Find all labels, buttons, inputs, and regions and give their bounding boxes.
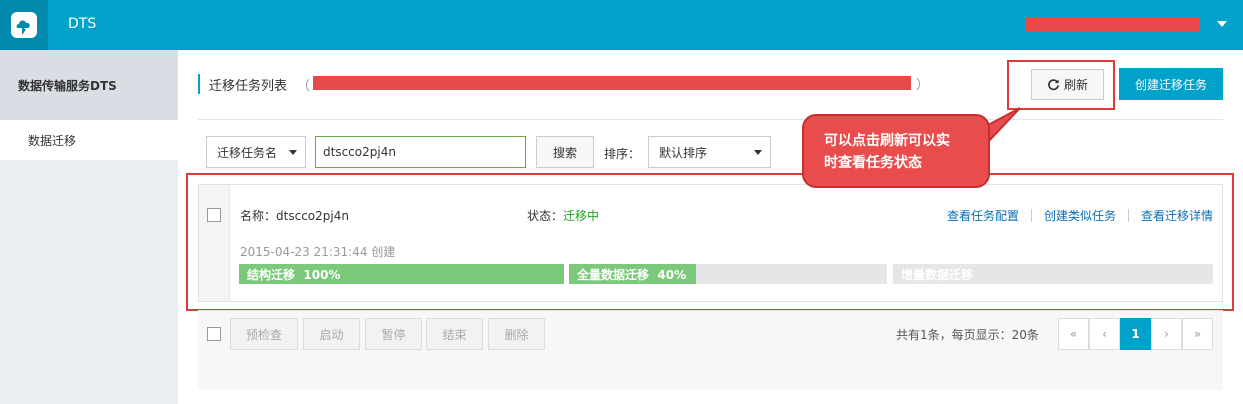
page-title-text: 迁移任务列表 (209, 78, 288, 94)
pager-page-1[interactable]: 1 (1120, 318, 1151, 350)
start-button[interactable]: 启动 (303, 318, 360, 350)
cloud-logo-icon (11, 12, 37, 38)
refresh-button[interactable]: 刷新 (1031, 69, 1104, 100)
search-input[interactable] (315, 136, 526, 168)
caret-down-icon (289, 150, 297, 155)
callout-line: 时查看任务状态 (824, 155, 922, 171)
caret-down-icon (754, 150, 762, 155)
precheck-button[interactable]: 预检查 (230, 318, 298, 350)
pager-first-button[interactable]: « (1058, 318, 1089, 350)
field-select-value: 迁移任务名 (217, 145, 278, 160)
delete-button[interactable]: 删除 (488, 318, 545, 350)
pager-prev-button[interactable]: ‹ (1089, 318, 1120, 350)
app-title: DTS (68, 16, 97, 32)
select-all-checkbox[interactable] (207, 327, 221, 341)
sort-select[interactable]: 默认排序 (648, 136, 771, 168)
search-button[interactable]: 搜索 (536, 136, 594, 168)
sidebar-title: 数据传输服务DTS (0, 50, 178, 120)
callout-annotation: 可以点击刷新可以实 时查看任务状态 (802, 114, 990, 188)
pager-next-button[interactable]: › (1151, 318, 1182, 350)
pager-summary: 共有1条，每页显示：20条 (896, 328, 1039, 342)
region-redacted (313, 76, 911, 90)
user-name-redacted[interactable] (1025, 17, 1200, 32)
stop-button[interactable]: 结束 (426, 318, 483, 350)
sidebar: 数据传输服务DTS 数据迁移 (0, 50, 178, 404)
pager-last-button[interactable]: » (1182, 318, 1213, 350)
logo[interactable] (0, 0, 48, 50)
refresh-label: 刷新 (1063, 78, 1088, 92)
paren-open: （ (297, 78, 311, 94)
callout-line: 可以点击刷新可以实 (824, 133, 950, 149)
paren-close: ） (916, 78, 930, 93)
refresh-icon (1048, 79, 1059, 91)
pause-button[interactable]: 暂停 (365, 318, 422, 350)
top-bar: DTS (0, 0, 1243, 50)
sort-select-value: 默认排序 (659, 145, 708, 160)
page-title: 迁移任务列表 （ (198, 74, 310, 94)
task-highlight-box (186, 173, 1234, 311)
sidebar-item-data-migration[interactable]: 数据迁移 (0, 120, 178, 160)
create-task-button[interactable]: 创建迁移任务 (1119, 68, 1223, 100)
field-select[interactable]: 迁移任务名 (206, 136, 306, 168)
divider (198, 119, 1223, 120)
caret-down-icon[interactable] (1217, 21, 1227, 27)
sort-label: 排序： (604, 147, 641, 161)
